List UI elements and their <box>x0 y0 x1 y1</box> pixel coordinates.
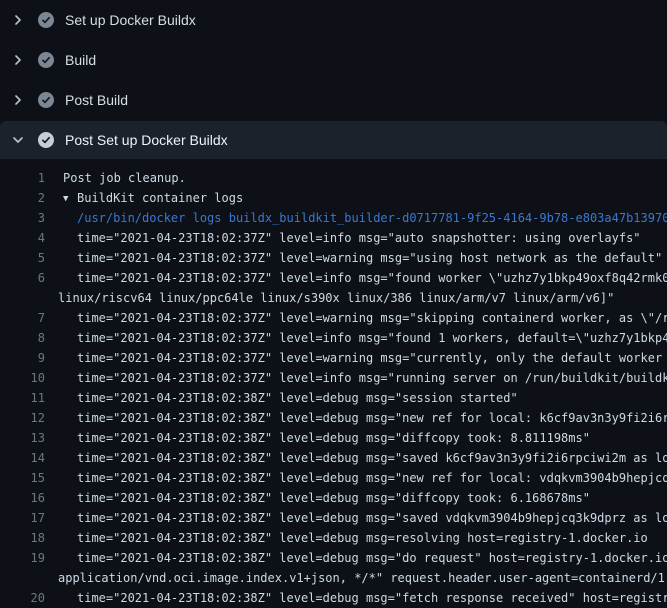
log-line: 15time="2021-04-23T18:02:38Z" level=debu… <box>0 468 667 488</box>
log-line: 9time="2021-04-23T18:02:37Z" level=warni… <box>0 348 667 368</box>
log-text: time="2021-04-23T18:02:38Z" level=debug … <box>45 588 667 608</box>
log-text: ▼BuildKit container logs <box>45 188 243 208</box>
check-circle-icon <box>38 52 54 68</box>
line-number[interactable]: 9 <box>0 348 45 368</box>
line-number[interactable]: 13 <box>0 428 45 448</box>
log-line: 19time="2021-04-23T18:02:38Z" level=debu… <box>0 548 667 568</box>
log-text: time="2021-04-23T18:02:37Z" level=warnin… <box>45 308 667 328</box>
check-circle-icon <box>38 132 54 148</box>
line-number[interactable]: 1 <box>0 168 45 188</box>
step-row-post-build[interactable]: Post Build <box>0 80 667 120</box>
line-number[interactable]: 19 <box>0 548 45 568</box>
step-row-set-up-docker-buildx[interactable]: Set up Docker Buildx <box>0 0 667 40</box>
log-line: 1Post job cleanup. <box>0 168 667 188</box>
log-line: 4time="2021-04-23T18:02:37Z" level=info … <box>0 228 667 248</box>
log-line: linux/riscv64 linux/ppc64le linux/s390x … <box>0 288 667 308</box>
step-label: Post Set up Docker Buildx <box>65 132 228 148</box>
log-text: time="2021-04-23T18:02:37Z" level=info m… <box>45 268 667 288</box>
line-number[interactable]: 18 <box>0 528 45 548</box>
log-text: time="2021-04-23T18:02:37Z" level=info m… <box>45 228 641 248</box>
line-number[interactable]: 17 <box>0 508 45 528</box>
log-line: application/vnd.oci.image.index.v1+json,… <box>0 568 667 588</box>
line-number <box>0 288 45 308</box>
chevron-down-icon <box>10 132 26 148</box>
log-text: time="2021-04-23T18:02:38Z" level=debug … <box>45 508 667 528</box>
check-circle-icon <box>38 12 54 28</box>
log-line: 13time="2021-04-23T18:02:38Z" level=debu… <box>0 428 667 448</box>
line-number[interactable]: 5 <box>0 248 45 268</box>
log-text: time="2021-04-23T18:02:38Z" level=debug … <box>45 528 648 548</box>
log-line: 12time="2021-04-23T18:02:38Z" level=debu… <box>0 408 667 428</box>
line-number <box>0 568 45 588</box>
log-text: application/vnd.oci.image.index.v1+json,… <box>45 568 667 588</box>
steps-list: Set up Docker Buildx Build Post Build Po… <box>0 0 667 159</box>
log-text: time="2021-04-23T18:02:38Z" level=debug … <box>45 428 590 448</box>
line-number[interactable]: 10 <box>0 368 45 388</box>
line-number[interactable]: 4 <box>0 228 45 248</box>
log-line: 14time="2021-04-23T18:02:38Z" level=debu… <box>0 448 667 468</box>
log-text: time="2021-04-23T18:02:38Z" level=debug … <box>45 448 667 468</box>
log-text: time="2021-04-23T18:02:37Z" level=info m… <box>45 328 667 348</box>
log-line: 2▼BuildKit container logs <box>0 188 667 208</box>
chevron-right-icon <box>10 92 26 108</box>
line-number[interactable]: 12 <box>0 408 45 428</box>
line-number[interactable]: 8 <box>0 328 45 348</box>
chevron-right-icon <box>10 52 26 68</box>
step-row-post-set-up-docker-buildx[interactable]: Post Set up Docker Buildx <box>0 121 667 159</box>
log-line: 16time="2021-04-23T18:02:38Z" level=debu… <box>0 488 667 508</box>
log-text: time="2021-04-23T18:02:38Z" level=debug … <box>45 388 518 408</box>
log-line: 17time="2021-04-23T18:02:38Z" level=debu… <box>0 508 667 528</box>
log-line: 18time="2021-04-23T18:02:38Z" level=debu… <box>0 528 667 548</box>
chevron-right-icon <box>10 12 26 28</box>
log-line: 20time="2021-04-23T18:02:38Z" level=debu… <box>0 588 667 608</box>
line-number[interactable]: 20 <box>0 588 45 608</box>
group-title: BuildKit container logs <box>77 191 243 205</box>
log-line: 3/usr/bin/docker logs buildx_buildkit_bu… <box>0 208 667 228</box>
line-number[interactable]: 14 <box>0 448 45 468</box>
line-number[interactable]: 6 <box>0 268 45 288</box>
line-number[interactable]: 7 <box>0 308 45 328</box>
step-label: Set up Docker Buildx <box>65 12 196 28</box>
step-row-build[interactable]: Build <box>0 40 667 80</box>
log-text: time="2021-04-23T18:02:38Z" level=debug … <box>45 468 667 488</box>
log-line: 6time="2021-04-23T18:02:37Z" level=info … <box>0 268 667 288</box>
log-text: time="2021-04-23T18:02:37Z" level=warnin… <box>45 348 667 368</box>
log-text: Post job cleanup. <box>45 168 186 188</box>
log-text: time="2021-04-23T18:02:38Z" level=debug … <box>45 488 590 508</box>
line-number[interactable]: 16 <box>0 488 45 508</box>
log-text: linux/riscv64 linux/ppc64le linux/s390x … <box>45 288 614 308</box>
group-toggle-triangle-icon[interactable]: ▼ <box>63 189 77 209</box>
log-line: 5time="2021-04-23T18:02:37Z" level=warni… <box>0 248 667 268</box>
line-number[interactable]: 3 <box>0 208 45 228</box>
check-circle-icon <box>38 92 54 108</box>
log-text: time="2021-04-23T18:02:38Z" level=debug … <box>45 548 667 568</box>
line-number[interactable]: 11 <box>0 388 45 408</box>
log-command-text: /usr/bin/docker logs buildx_buildkit_bui… <box>45 208 667 228</box>
line-number[interactable]: 2 <box>0 188 45 208</box>
line-number[interactable]: 15 <box>0 468 45 488</box>
log-line: 10time="2021-04-23T18:02:37Z" level=info… <box>0 368 667 388</box>
log-line: 11time="2021-04-23T18:02:38Z" level=debu… <box>0 388 667 408</box>
log-text: time="2021-04-23T18:02:37Z" level=warnin… <box>45 248 662 268</box>
log-line: 8time="2021-04-23T18:02:37Z" level=info … <box>0 328 667 348</box>
log-viewer: 1Post job cleanup.2▼BuildKit container l… <box>0 159 667 608</box>
log-text: time="2021-04-23T18:02:37Z" level=info m… <box>45 368 667 388</box>
log-text: time="2021-04-23T18:02:38Z" level=debug … <box>45 408 667 428</box>
step-label: Post Build <box>65 92 128 108</box>
step-label: Build <box>65 52 96 68</box>
log-line: 7time="2021-04-23T18:02:37Z" level=warni… <box>0 308 667 328</box>
